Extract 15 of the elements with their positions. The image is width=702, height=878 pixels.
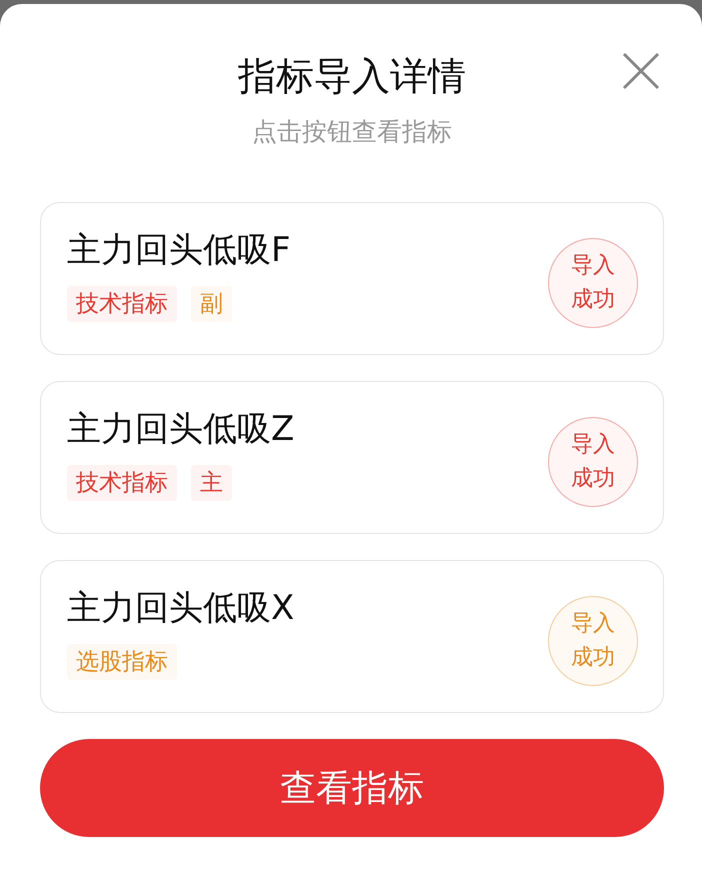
status-stamp: 导入 成功 [548, 596, 638, 686]
status-stamp: 导入 成功 [548, 416, 638, 506]
indicator-tag: 副 [191, 286, 232, 322]
indicator-name: 主力回头低吸Z [67, 408, 294, 450]
indicator-tag: 技术指标 [67, 464, 177, 500]
dialog-subtitle: 点击按钮查看指标 [252, 116, 452, 148]
indicator-tag: 技术指标 [67, 286, 177, 322]
close-icon[interactable] [622, 52, 660, 90]
indicator-name: 主力回头低吸F [67, 228, 291, 272]
indicator-tag: 选股指标 [67, 644, 177, 680]
indicator-tag: 主 [191, 464, 232, 500]
indicator-name: 主力回头低吸X [67, 586, 294, 630]
view-indicators-button[interactable]: 查看指标 [40, 739, 664, 837]
dialog-title: 指标导入详情 [238, 53, 466, 100]
status-stamp: 导入 成功 [548, 238, 638, 328]
